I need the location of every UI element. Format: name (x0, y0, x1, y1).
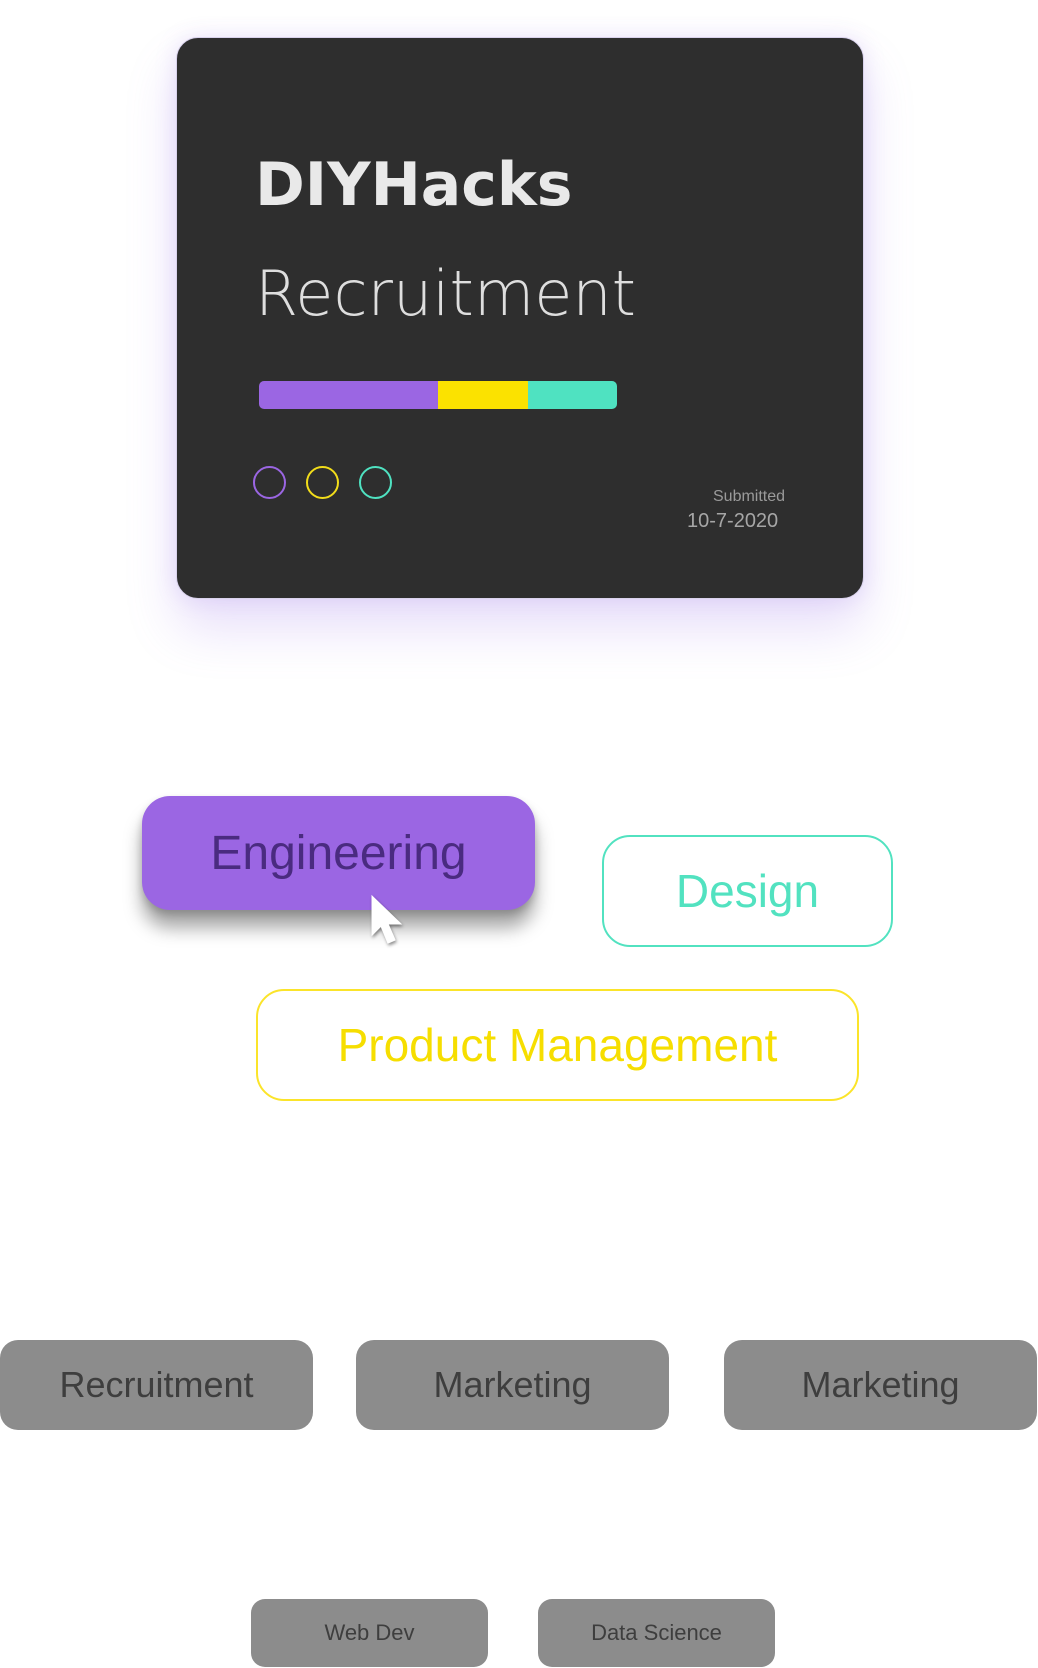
tag-marketing-2[interactable]: Marketing (724, 1340, 1037, 1430)
tag-marketing[interactable]: Marketing (356, 1340, 669, 1430)
engineering-button[interactable]: Engineering (142, 796, 535, 910)
teal-circle-icon[interactable] (359, 466, 392, 499)
progress-segment-purple (259, 381, 438, 409)
tag-data-science[interactable]: Data Science (538, 1599, 775, 1667)
progress-bar (259, 381, 617, 409)
card-title: DIYHacks (255, 150, 573, 220)
purple-circle-icon[interactable] (253, 466, 286, 499)
submitted-date: 10-7-2020 (687, 510, 779, 532)
progress-segment-teal (527, 381, 617, 409)
card-subtitle: Recruitment (255, 257, 636, 330)
progress-segment-yellow (438, 381, 528, 409)
tag-recruitment[interactable]: Recruitment (0, 1340, 313, 1430)
status-dots (253, 466, 392, 499)
submitted-label: Submitted (713, 488, 786, 505)
yellow-circle-icon[interactable] (306, 466, 339, 499)
recruitment-card[interactable]: DIYHacks Recruitment Submitted 10-7-2020 (176, 37, 864, 599)
product-management-button[interactable]: Product Management (256, 989, 859, 1101)
design-button[interactable]: Design (602, 835, 893, 947)
tag-web-dev[interactable]: Web Dev (251, 1599, 488, 1667)
